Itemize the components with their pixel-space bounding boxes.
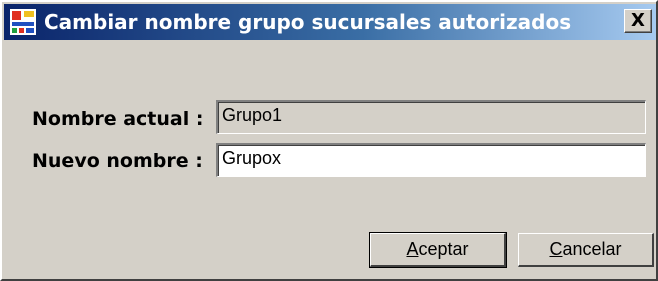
dialog-window: Cambiar nombre grupo sucursales autoriza… (0, 0, 658, 281)
new-name-input[interactable]: Grupox (216, 143, 646, 177)
current-name-field: Grupo1 (216, 100, 646, 134)
cancel-label: ancelar (562, 239, 622, 259)
accept-label: ceptar (418, 239, 469, 259)
close-button[interactable]: X (624, 9, 652, 33)
accept-mnemonic: A (406, 239, 419, 259)
app-icon (10, 9, 36, 35)
new-name-label: Nuevo nombre : (32, 150, 203, 172)
accept-button[interactable]: Aceptar (369, 232, 507, 268)
cancel-button[interactable]: Cancelar (518, 233, 654, 267)
window-title: Cambiar nombre grupo sucursales autoriza… (44, 10, 572, 34)
cancel-mnemonic: C (549, 239, 563, 259)
current-name-label: Nombre actual : (32, 108, 204, 130)
close-icon: X (631, 10, 645, 31)
title-bar[interactable]: Cambiar nombre grupo sucursales autoriza… (4, 4, 656, 40)
